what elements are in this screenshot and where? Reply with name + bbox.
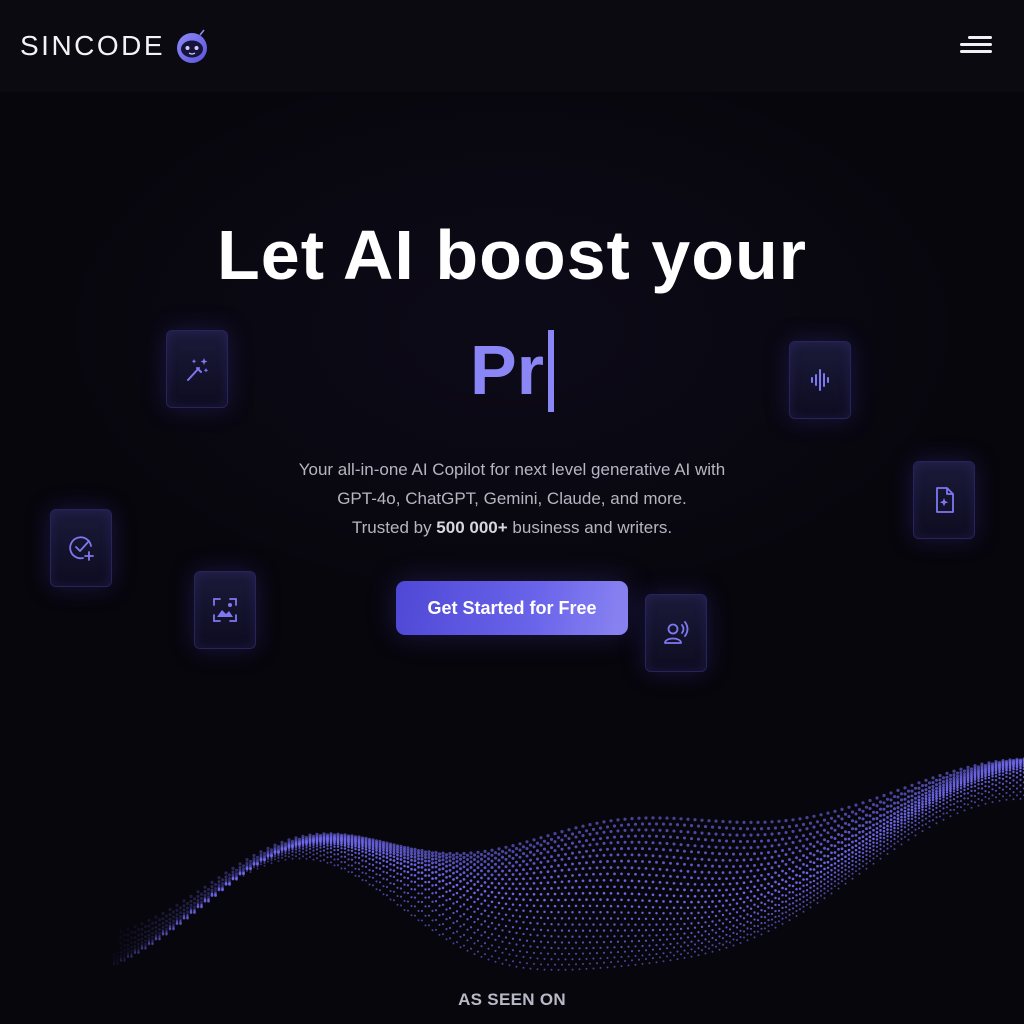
trust-prefix: Trusted by <box>351 518 437 537</box>
trust-count: 500 000+ <box>436 518 508 537</box>
image-scan-icon <box>213 598 237 622</box>
feature-card-voice[interactable] <box>645 594 707 672</box>
hero-headline: Let AI boost your <box>217 216 807 294</box>
subtitle-line: GPT-4o, ChatGPT, Gemini, Claude, and mor… <box>337 489 687 508</box>
magic-wand-icon <box>187 358 209 381</box>
subtitle-line: Your all-in-one AI Copilot for next leve… <box>298 460 726 479</box>
hero-subtitle: Your all-in-one AI Copilot for next leve… <box>0 455 1024 542</box>
as-seen-on-label: AS SEEN ON <box>458 990 566 1009</box>
landing-page: SINCODE Let AI boost your Pr Your all-in… <box>0 0 1024 1024</box>
document-sparkle-icon <box>936 487 954 513</box>
feature-card-audio[interactable] <box>789 341 851 419</box>
menu-line <box>968 36 992 39</box>
menu-line <box>960 50 992 53</box>
typing-cursor <box>547 330 554 412</box>
subtitle-line: Trusted by 500 000+ business and writers… <box>0 513 1024 542</box>
typed-text-container: Pr <box>0 330 1024 414</box>
get-started-button[interactable]: Get Started for Free <box>396 581 628 635</box>
feature-card-image[interactable] <box>194 571 256 649</box>
check-plus-icon <box>69 536 94 561</box>
site-header: SINCODE <box>0 0 1024 92</box>
menu-line <box>960 43 992 46</box>
feature-card-check[interactable] <box>50 509 112 587</box>
robot-face-icon <box>177 29 208 63</box>
brand-name: SINCODE <box>20 30 166 61</box>
trust-suffix: business and writers. <box>507 518 673 537</box>
typed-text: Pr <box>470 331 544 409</box>
voice-person-icon <box>664 621 689 644</box>
feature-card-magic[interactable] <box>166 330 228 408</box>
hamburger-menu-icon[interactable] <box>958 30 998 62</box>
sound-wave-icon <box>811 369 829 391</box>
brand-logo[interactable]: SINCODE <box>20 28 211 64</box>
feature-card-document[interactable] <box>913 461 975 539</box>
dotted-wave-graphic <box>112 757 1024 971</box>
